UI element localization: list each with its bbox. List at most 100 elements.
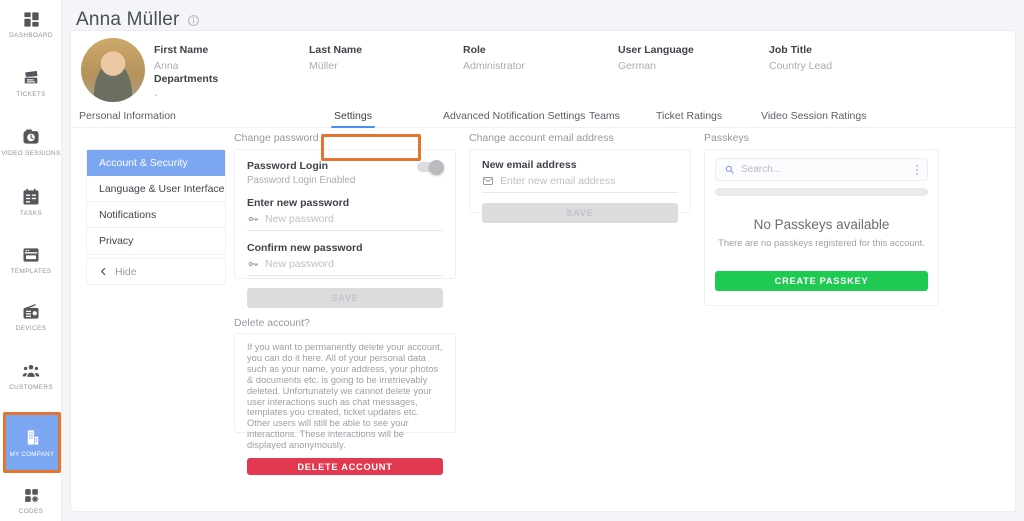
- sidebar-item-label: MY COMPANY: [10, 451, 55, 458]
- password-login-status: Password Login Enabled: [247, 175, 443, 186]
- profile-field-job-title: Job Title Country Lead: [769, 44, 832, 72]
- tasks-calendar-icon: [21, 187, 41, 207]
- passkeys-empty-subtitle: There are no passkeys registered for thi…: [715, 238, 928, 248]
- delete-account-description: If you want to permanently delete your a…: [247, 342, 443, 451]
- codes-qr-icon: [22, 486, 41, 505]
- confirm-password-input[interactable]: [265, 258, 443, 270]
- passkeys-empty-state: No Passkeys available There are no passk…: [715, 217, 928, 248]
- envelope-icon: [482, 175, 494, 187]
- app-sidebar: DASHBOARD TICKETS VIDEO SESSIONS TASKS T…: [0, 0, 62, 521]
- field-label: Role: [463, 44, 525, 56]
- search-icon: [724, 164, 735, 175]
- passkeys-search: [715, 158, 928, 181]
- sidebar-item-label: CODES: [19, 508, 43, 515]
- toggle-knob: [429, 160, 444, 175]
- company-building-icon: [23, 428, 42, 447]
- avatar: [81, 38, 145, 102]
- change-password-heading: Change password: [234, 132, 319, 144]
- customers-people-icon: [21, 361, 41, 381]
- profile-field-user-language: User Language German: [618, 44, 694, 72]
- new-email-input[interactable]: [500, 175, 678, 187]
- delete-account-heading: Delete account?: [234, 317, 310, 329]
- tab-settings[interactable]: Settings: [334, 110, 372, 122]
- passkeys-search-input[interactable]: [741, 164, 909, 175]
- tab-advanced-notification-settings[interactable]: Advanced Notification Settings: [443, 110, 585, 122]
- page-header: Anna Müller: [76, 9, 200, 31]
- change-email-card: New email address SAVE: [469, 149, 691, 213]
- profile-tabs: Personal Information Settings Advanced N…: [71, 105, 1015, 128]
- field-value: Administrator: [463, 60, 525, 72]
- passkeys-empty-title: No Passkeys available: [715, 217, 928, 232]
- sidebar-item-codes[interactable]: CODES: [0, 486, 62, 515]
- sidebar-item-devices[interactable]: DEVICES: [0, 302, 62, 332]
- sidebar-item-label: TICKETS: [16, 91, 45, 98]
- sidebar-item-label: DASHBOARD: [9, 32, 53, 39]
- create-passkey-button[interactable]: CREATE PASSKEY: [715, 271, 928, 291]
- delete-account-card: If you want to permanently delete your a…: [234, 333, 456, 433]
- change-email-heading: Change account email address: [469, 132, 614, 144]
- settings-nav-privacy[interactable]: Privacy: [87, 228, 225, 254]
- field-value: Müller: [309, 60, 362, 72]
- sidebar-item-label: TEMPLATES: [11, 268, 52, 275]
- field-label: First Name: [154, 44, 208, 56]
- new-password-label: Enter new password: [247, 197, 443, 209]
- tab-teams[interactable]: Teams: [589, 110, 620, 122]
- profile-field-first-name: First Name Anna: [154, 44, 208, 72]
- chevron-left-icon: [99, 267, 108, 276]
- devices-radio-icon: [21, 302, 41, 322]
- sidebar-item-templates[interactable]: TEMPLATES: [0, 245, 62, 275]
- settings-nav-notifications[interactable]: Notifications: [87, 202, 225, 228]
- sidebar-item-label: CUSTOMERS: [9, 384, 53, 391]
- tab-personal-information[interactable]: Personal Information: [79, 110, 176, 122]
- field-value: Country Lead: [769, 60, 832, 72]
- sidebar-item-label: TASKS: [20, 210, 42, 217]
- field-label: Departments: [154, 73, 218, 85]
- confirm-password-label: Confirm new password: [247, 242, 443, 254]
- field-value: Anna: [154, 60, 208, 72]
- page-title: Anna Müller: [76, 9, 180, 31]
- settings-nav-language-ui[interactable]: Language & User Interface: [87, 176, 225, 202]
- sidebar-item-video-sessions[interactable]: VIDEO SESSIONS: [0, 127, 62, 157]
- field-label: User Language: [618, 44, 694, 56]
- kebab-menu-icon[interactable]: [915, 164, 919, 176]
- tickets-stack-icon: [21, 68, 41, 88]
- new-password-input[interactable]: [265, 213, 443, 225]
- passkeys-table-header-placeholder: [715, 188, 928, 196]
- password-login-toggle[interactable]: [417, 162, 443, 172]
- tab-video-session-ratings[interactable]: Video Session Ratings: [761, 110, 866, 122]
- dashboard-grid-icon: [22, 10, 41, 29]
- hide-label: Hide: [115, 266, 137, 278]
- tab-ticket-ratings[interactable]: Ticket Ratings: [656, 110, 722, 122]
- sidebar-item-tickets[interactable]: TICKETS: [0, 68, 62, 98]
- main-panel: First Name Anna Last Name Müller Role Ad…: [70, 30, 1016, 512]
- sidebar-item-my-company[interactable]: MY COMPANY: [3, 412, 61, 473]
- password-login-label: Password Login: [247, 160, 328, 172]
- save-email-button[interactable]: SAVE: [482, 203, 678, 223]
- hide-nav-button[interactable]: Hide: [86, 258, 226, 285]
- delete-account-button[interactable]: DELETE ACCOUNT: [247, 458, 443, 475]
- save-password-button[interactable]: SAVE: [247, 288, 443, 308]
- field-label: Job Title: [769, 44, 832, 56]
- settings-nav: Account & Security Language & User Inter…: [86, 149, 226, 255]
- templates-window-icon: [21, 245, 41, 265]
- field-value: German: [618, 60, 694, 72]
- sidebar-item-tasks[interactable]: TASKS: [0, 187, 62, 217]
- sidebar-item-customers[interactable]: CUSTOMERS: [0, 361, 62, 391]
- video-sessions-icon: [21, 127, 41, 147]
- new-email-label: New email address: [482, 159, 678, 171]
- change-password-card: Password Login Password Login Enabled En…: [234, 149, 456, 279]
- settings-nav-account-security[interactable]: Account & Security: [87, 150, 225, 176]
- field-value: -: [154, 89, 218, 101]
- passkeys-card: No Passkeys available There are no passk…: [704, 149, 939, 306]
- profile-field-role: Role Administrator: [463, 44, 525, 72]
- profile-field-departments: Departments -: [154, 73, 218, 101]
- field-label: Last Name: [309, 44, 362, 56]
- sidebar-item-label: VIDEO SESSIONS: [1, 150, 60, 157]
- info-icon[interactable]: [187, 14, 200, 27]
- key-icon: [247, 213, 259, 225]
- passkeys-heading: Passkeys: [704, 132, 749, 144]
- key-icon: [247, 258, 259, 270]
- profile-field-last-name: Last Name Müller: [309, 44, 362, 72]
- sidebar-item-dashboard[interactable]: DASHBOARD: [0, 10, 62, 39]
- sidebar-item-label: DEVICES: [16, 325, 47, 332]
